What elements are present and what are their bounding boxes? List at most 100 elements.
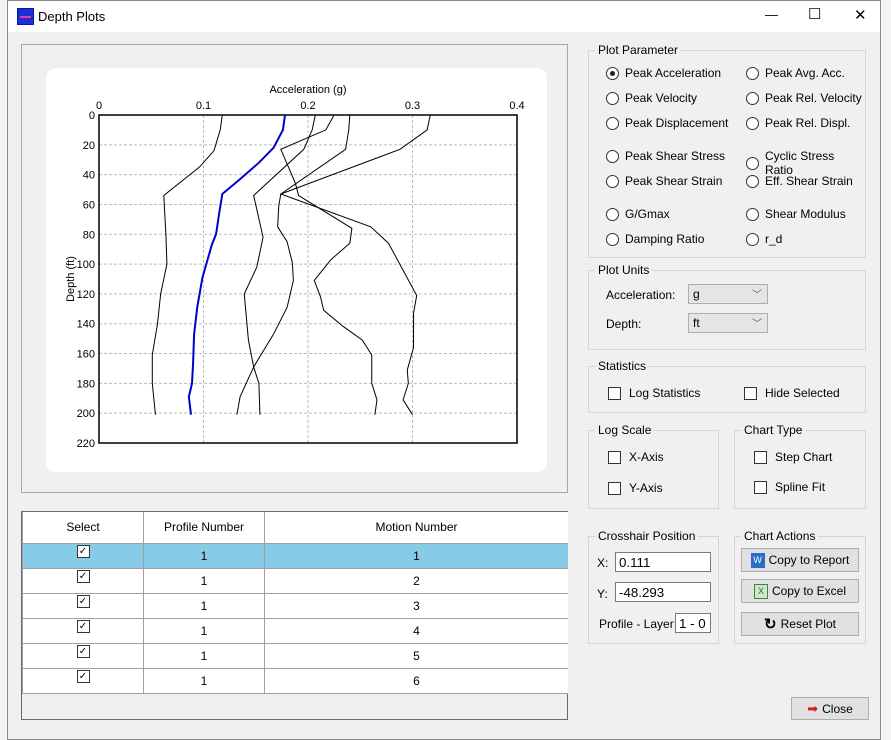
crosshair-y-input[interactable]	[615, 582, 711, 602]
radio-cyclic-stress-ratio[interactable]: Cyclic Stress Ratio	[746, 149, 865, 177]
radio-circle[interactable]	[606, 116, 619, 130]
col-profile-number[interactable]: Profile Number	[143, 512, 265, 544]
profile-layer-label: Profile - Layer:	[599, 617, 678, 631]
col-motion-number[interactable]: Motion Number	[264, 512, 568, 544]
profile-cell: 1	[143, 667, 265, 694]
x-tick-label: 0.4	[509, 100, 524, 112]
radio-peak-rel-velocity[interactable]: Peak Rel. Velocity	[746, 91, 862, 105]
select-cell[interactable]: ✓	[22, 642, 144, 669]
chart-type-group: Chart Type Step Chart Spline Fit	[734, 423, 866, 509]
col-select[interactable]: Select	[22, 512, 144, 544]
chart-actions-group: Chart Actions W Copy to Report X Copy to E…	[734, 529, 866, 644]
radio-peak-shear-strain[interactable]: Peak Shear Strain	[606, 174, 722, 188]
chart-area[interactable]: 0 0.1 0.2 0.3 0.4 0 20 40 60 80 100 120 140 160 180 200…	[46, 68, 547, 472]
reset-plot-button[interactable]: ↻ Reset Plot	[741, 612, 859, 636]
radio-circle[interactable]	[606, 66, 619, 80]
row-checkbox[interactable]: ✓	[76, 619, 90, 633]
row-checkbox[interactable]: ✓	[76, 594, 90, 608]
group-label: Plot Parameter	[595, 43, 682, 57]
y-tick-label: 20	[83, 140, 95, 152]
radio-circle[interactable]	[746, 116, 759, 130]
radio-g-gmax[interactable]: G/Gmax	[606, 207, 670, 221]
radio-circle[interactable]	[606, 91, 619, 105]
radio-circle[interactable]	[746, 91, 759, 105]
hide-selected-checkbox[interactable]: Hide Selected	[744, 386, 840, 400]
profile-cell: 1	[143, 542, 265, 569]
select-value: g	[693, 287, 700, 301]
close-button[interactable]: ➡ Close	[791, 697, 869, 720]
table-row[interactable]: ✓ 1 6	[22, 667, 568, 694]
chevron-down-icon: ﹀	[752, 319, 762, 330]
minimize-button[interactable]: —	[765, 7, 778, 22]
depth-unit-select[interactable]: ft ﹀	[688, 313, 768, 333]
radio-peak-rel-displ-[interactable]: Peak Rel. Displ.	[746, 116, 850, 130]
select-cell[interactable]: ✓	[22, 567, 144, 594]
select-cell[interactable]: ✓	[22, 667, 144, 694]
radio-peak-shear-stress[interactable]: Peak Shear Stress	[606, 149, 725, 163]
acceleration-label: Acceleration:	[606, 288, 676, 302]
radio-label: Peak Shear Stress	[625, 149, 726, 163]
series-line-motion-5	[236, 114, 351, 415]
radio-circle[interactable]	[606, 207, 619, 221]
radio-peak-avg-acc-[interactable]: Peak Avg. Acc.	[746, 66, 845, 80]
app-icon	[17, 8, 34, 25]
step-chart-checkbox[interactable]: Step Chart	[754, 450, 832, 464]
select-cell[interactable]: ✓	[22, 592, 144, 619]
row-checkbox[interactable]: ✓	[76, 669, 90, 683]
chart-panel: 0 0.1 0.2 0.3 0.4 0 20 40 60 80 100 120 140 160 180 200…	[21, 44, 568, 493]
radio-label: Peak Rel. Velocity	[765, 91, 862, 105]
depth-chart[interactable]: 0 0.1 0.2 0.3 0.4 0 20 40 60 80 100 120 140 160 180 200…	[46, 68, 547, 472]
radio-circle[interactable]	[606, 149, 619, 163]
table-row[interactable]: ✓ 1 2	[22, 567, 568, 594]
y-axis-log-checkbox[interactable]: Y-Axis	[608, 481, 663, 495]
close-window-button[interactable]: ✕	[854, 6, 867, 24]
table-row[interactable]: ✓ 1 1	[22, 542, 568, 569]
radio-circle[interactable]	[746, 66, 759, 80]
radio-peak-acceleration[interactable]: Peak Acceleration	[606, 66, 721, 80]
exit-door-icon: ➡	[807, 700, 819, 716]
maximize-button[interactable]: ☐	[808, 5, 821, 23]
refresh-icon: ↻	[764, 616, 777, 633]
acceleration-unit-select[interactable]: g ﹀	[688, 284, 768, 304]
chevron-down-icon: ﹀	[752, 290, 762, 301]
table-row[interactable]: ✓ 1 5	[22, 642, 568, 669]
table-row[interactable]: ✓ 1 3	[22, 592, 568, 619]
x-axis-log-checkbox[interactable]: X-Axis	[608, 450, 664, 464]
radio-eff-shear-strain[interactable]: Eff. Shear Strain	[746, 174, 853, 188]
spline-fit-checkbox[interactable]: Spline Fit	[754, 480, 825, 494]
group-label: Statistics	[595, 359, 650, 373]
radio-shear-modulus[interactable]: Shear Modulus	[746, 207, 846, 221]
radio-circle[interactable]	[746, 232, 759, 246]
radio-r-d[interactable]: r_d	[746, 232, 782, 246]
radio-label: Peak Acceleration	[625, 66, 722, 80]
radio-damping-ratio[interactable]: Damping Ratio	[606, 232, 704, 246]
window-title: Depth Plots	[38, 9, 106, 24]
row-checkbox[interactable]: ✓	[76, 544, 90, 558]
select-cell[interactable]: ✓	[22, 617, 144, 644]
series-line-motion-3	[243, 114, 316, 415]
series-line-motion-2	[151, 114, 223, 415]
row-checkbox[interactable]: ✓	[76, 644, 90, 658]
radio-peak-velocity[interactable]: Peak Velocity	[606, 91, 697, 105]
radio-circle[interactable]	[606, 174, 619, 188]
crosshair-x-input[interactable]	[615, 552, 711, 572]
table-row[interactable]: ✓ 1 4	[22, 617, 568, 644]
radio-label: Eff. Shear Strain	[765, 174, 853, 188]
x-tick-label: 0.2	[300, 100, 315, 112]
y-tick-label: 0	[89, 110, 95, 122]
motion-table-panel: Select Profile Number Motion Number ✓ 1 1 ✓…	[21, 511, 568, 720]
y-tick-label: 160	[77, 349, 95, 361]
radio-circle[interactable]	[746, 207, 759, 221]
profile-layer-input[interactable]	[675, 613, 711, 633]
copy-to-report-button[interactable]: W Copy to Report	[741, 548, 859, 572]
radio-label: r_d	[765, 232, 783, 246]
radio-circle[interactable]	[606, 232, 619, 246]
copy-to-excel-button[interactable]: X Copy to Excel	[741, 579, 859, 603]
log-statistics-checkbox[interactable]: Log Statistics	[608, 386, 700, 400]
radio-circle[interactable]	[746, 174, 759, 188]
radio-peak-displacement[interactable]: Peak Displacement	[606, 116, 728, 130]
select-cell[interactable]: ✓	[22, 542, 144, 569]
radio-circle[interactable]	[746, 156, 759, 170]
row-checkbox[interactable]: ✓	[76, 569, 90, 583]
y-tick-label: 60	[83, 199, 95, 211]
